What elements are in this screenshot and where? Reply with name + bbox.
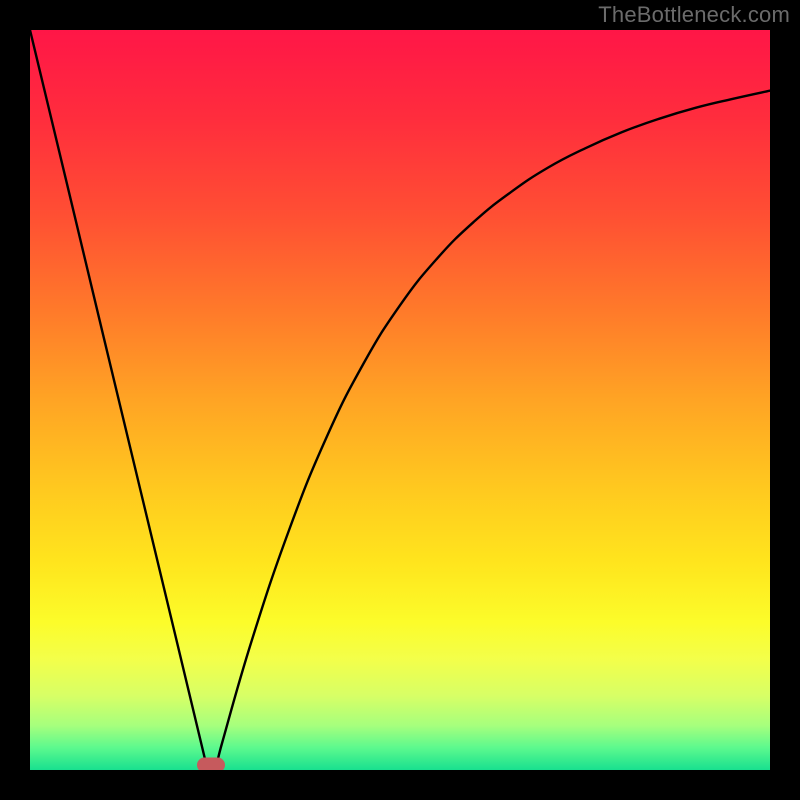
plot-area (30, 30, 770, 770)
watermark-text: TheBottleneck.com (598, 2, 790, 28)
bottleneck-curve (30, 30, 770, 770)
minimum-marker (197, 758, 225, 771)
chart-frame: TheBottleneck.com (0, 0, 800, 800)
